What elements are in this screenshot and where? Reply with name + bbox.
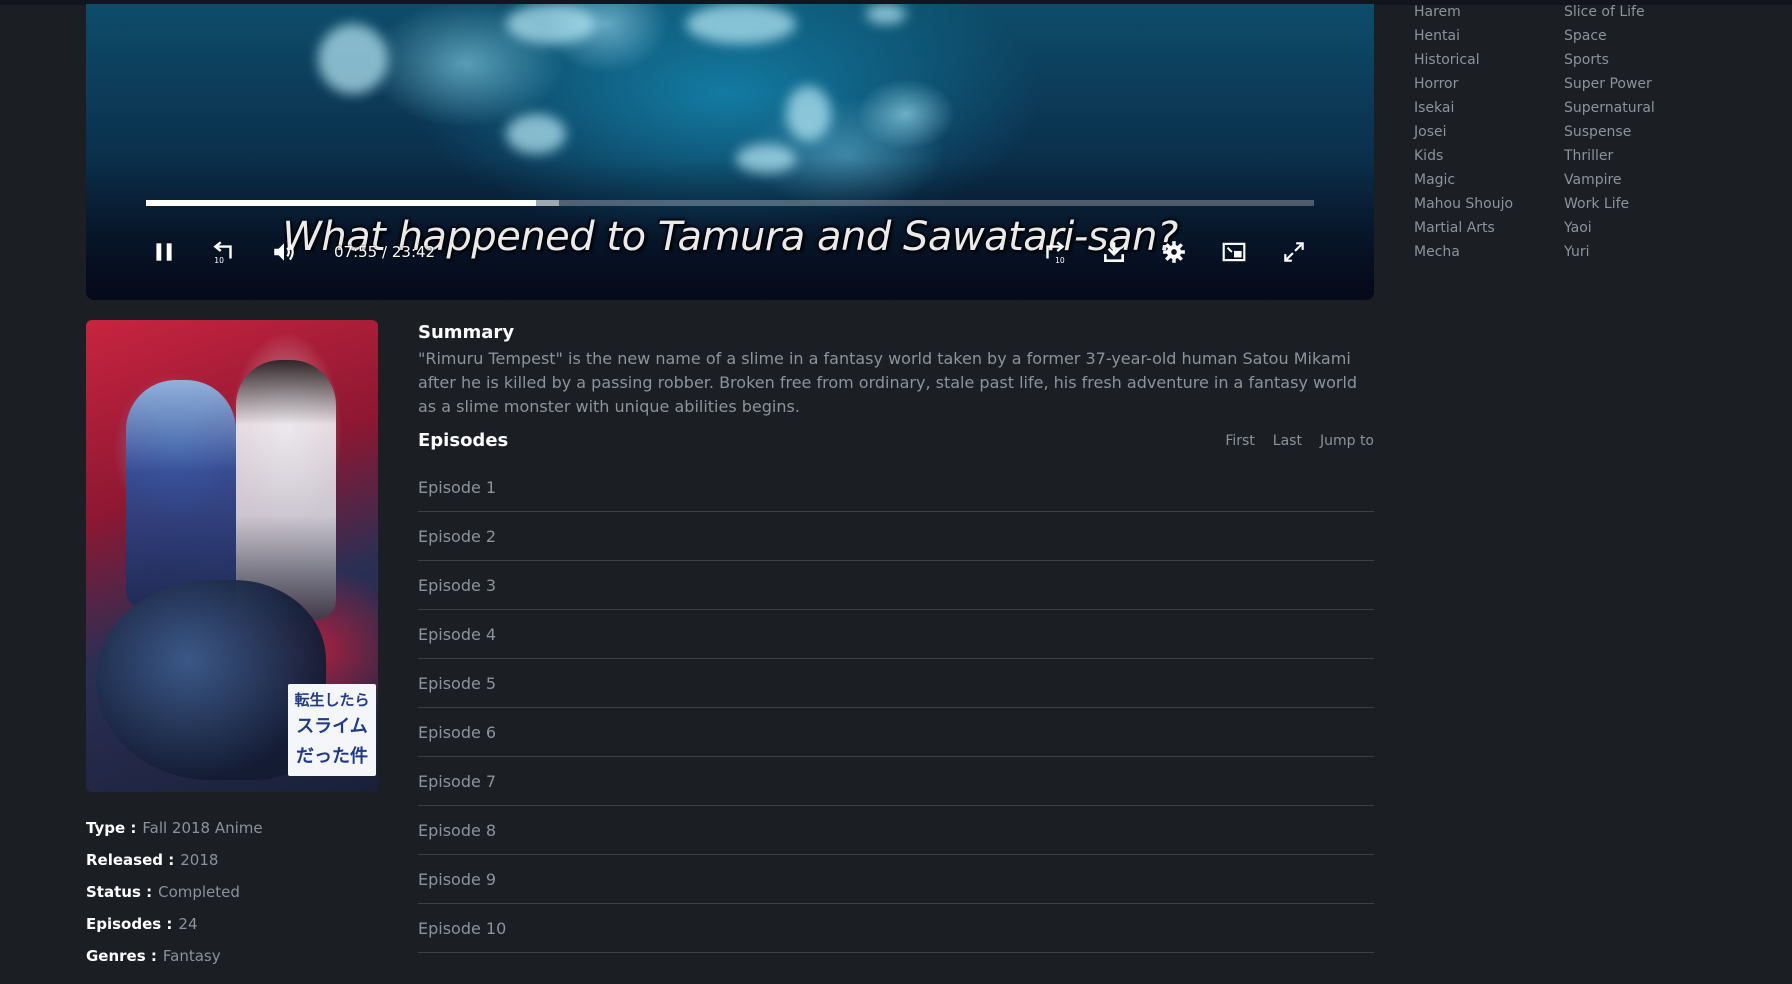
settings-button[interactable] [1158, 236, 1190, 268]
video-player[interactable]: What happened to Tamura and Sawatari-san… [86, 4, 1374, 300]
info-row: Genres : Fantasy [86, 940, 386, 972]
episodes-heading: Episodes [418, 430, 509, 451]
download-button[interactable] [1098, 236, 1130, 268]
seek-bar[interactable] [146, 200, 1314, 206]
episode-item[interactable]: Episode 10 [418, 904, 1374, 953]
info-value: 24 [178, 915, 198, 933]
rewind-button[interactable]: 10 [208, 236, 240, 268]
info-value: Fall 2018 Anime [142, 819, 263, 837]
episode-item[interactable]: Episode 6 [418, 708, 1374, 757]
duration: 23:42 [391, 243, 436, 261]
episode-nav: First Last Jump to [1225, 433, 1374, 449]
download-icon [1104, 242, 1124, 262]
genre-link[interactable]: Slice of Life [1564, 0, 1714, 24]
episode-item[interactable]: Episode 7 [418, 757, 1374, 806]
genre-link[interactable]: Thriller [1564, 144, 1714, 168]
progress-bar [146, 200, 537, 206]
forward-10-icon: 10 [1046, 241, 1065, 265]
genre-link[interactable]: Sports [1564, 48, 1714, 72]
genre-link[interactable]: Martial Arts [1414, 216, 1564, 240]
video-frame-decoration [506, 114, 566, 154]
episode-item[interactable]: Episode 5 [418, 659, 1374, 708]
genre-link[interactable]: Magic [1414, 168, 1564, 192]
video-frame-decoration [686, 4, 796, 44]
pause-button[interactable] [148, 236, 180, 268]
info-label: Type : [86, 819, 137, 837]
genre-link[interactable]: Harem [1414, 0, 1564, 24]
genre-link[interactable]: Space [1564, 24, 1714, 48]
episode-item[interactable]: Episode 4 [418, 610, 1374, 659]
episode-item[interactable]: Episode 2 [418, 512, 1374, 561]
info-label: Status : [86, 883, 153, 901]
info-row: Released : 2018 [86, 844, 386, 876]
episode-list: Episode 1 Episode 2 Episode 3 Episode 4 Epis… [418, 463, 1374, 953]
info-value: Fantasy [162, 947, 221, 965]
genre-link[interactable]: Historical [1414, 48, 1564, 72]
rewind-10-label: 10 [214, 256, 224, 265]
video-frame-decoration [506, 4, 596, 44]
last-episode-link[interactable]: Last [1273, 433, 1302, 449]
genre-link[interactable]: Vampire [1564, 168, 1714, 192]
genre-link[interactable]: Josei [1414, 120, 1564, 144]
info-row: Type : Fall 2018 Anime [86, 812, 386, 844]
poster-character-rimuru [126, 380, 236, 610]
time-display: 07:55 / 23:42 [334, 243, 435, 261]
info-row: Episodes : 24 [86, 908, 386, 940]
anime-poster: 転生したら スライム だった件 [86, 320, 378, 792]
forward-button[interactable]: 10 [1038, 236, 1070, 268]
video-frame-decoration [318, 24, 388, 94]
summary-text: "Rimuru Tempest" is the new name of a sl… [418, 349, 1358, 416]
info-label: Genres : [86, 947, 157, 965]
volume-icon [274, 243, 294, 261]
genre-link[interactable]: Suspense [1564, 120, 1714, 144]
poster-logo-line: 転生したら [294, 691, 370, 709]
pip-button[interactable] [1218, 236, 1250, 268]
time-separator: / [382, 243, 388, 261]
genre-link[interactable]: Super Power [1564, 72, 1714, 96]
genre-link[interactable]: Kids [1414, 144, 1564, 168]
episode-item[interactable]: Episode 1 [418, 463, 1374, 512]
info-label: Released : [86, 851, 175, 869]
fullscreen-icon [1284, 242, 1304, 262]
genre-link[interactable]: Supernatural [1564, 96, 1714, 120]
genre-column-left: Harem Hentai Historical Horror Isekai Josei Ki… [1414, 0, 1564, 264]
poster-logo-line: だった件 [296, 746, 368, 767]
first-episode-link[interactable]: First [1225, 433, 1254, 449]
episode-item[interactable]: Episode 9 [418, 855, 1374, 904]
info-value: 2018 [180, 851, 219, 869]
forward-10-label: 10 [1055, 256, 1065, 265]
anime-info: Type : Fall 2018 Anime Released : 2018 Statu… [86, 812, 386, 972]
volume-button[interactable] [268, 236, 300, 268]
summary-heading: Summary [418, 322, 515, 343]
poster-title-logo: 転生したら スライム だった件 [288, 684, 376, 776]
video-frame-decoration [866, 4, 906, 24]
genre-link[interactable]: Yuri [1564, 240, 1714, 264]
genre-link[interactable]: Horror [1414, 72, 1564, 96]
current-time: 07:55 [334, 243, 378, 261]
genre-link[interactable]: Mecha [1414, 240, 1564, 264]
genre-link[interactable]: Yaoi [1564, 216, 1714, 240]
picture-in-picture-icon [1222, 242, 1246, 262]
gear-icon [1163, 241, 1185, 263]
episode-item[interactable]: Episode 3 [418, 561, 1374, 610]
video-frame-decoration [786, 86, 831, 141]
info-label: Episodes : [86, 915, 173, 933]
episode-item[interactable]: Episode 8 [418, 806, 1374, 855]
genre-link[interactable]: Mahou Shoujo [1414, 192, 1564, 216]
jump-to-link[interactable]: Jump to [1320, 433, 1374, 449]
pause-icon [156, 243, 172, 261]
genre-column-right: Slice of Life Space Sports Super Power Super… [1564, 0, 1714, 264]
info-row: Status : Completed [86, 876, 386, 908]
genre-link[interactable]: Isekai [1414, 96, 1564, 120]
genre-link[interactable]: Work Life [1564, 192, 1714, 216]
poster-logo-line: スライム [296, 716, 368, 737]
genre-link[interactable]: Hentai [1414, 24, 1564, 48]
fullscreen-button[interactable] [1278, 236, 1310, 268]
info-value: Completed [158, 883, 240, 901]
rewind-10-icon: 10 [213, 241, 232, 265]
